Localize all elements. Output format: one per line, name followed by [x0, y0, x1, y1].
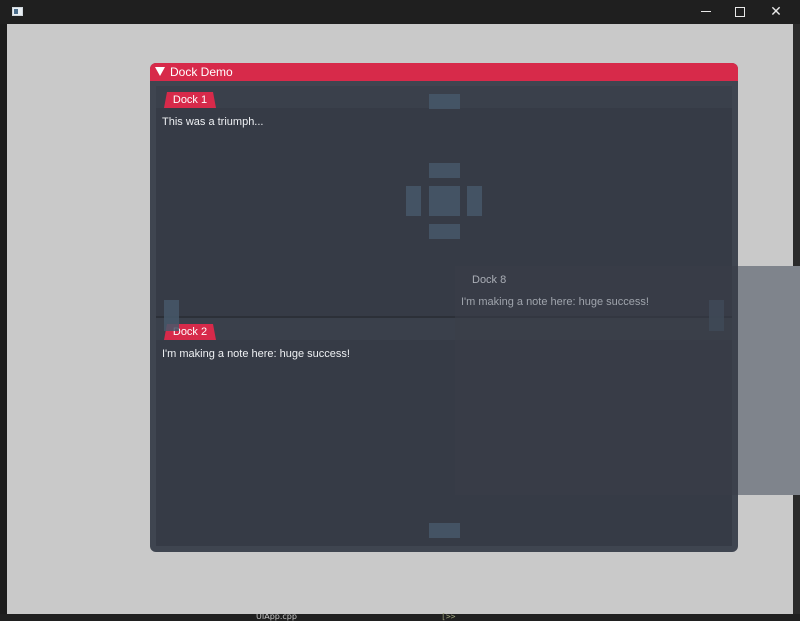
- dock-target-left[interactable]: [406, 186, 421, 216]
- background-ide-bottom: [0, 614, 800, 621]
- dock-target-right[interactable]: [467, 186, 482, 216]
- floating-dock-overflow: [738, 266, 800, 495]
- dock-2-text: I'm making a note here: huge success!: [162, 348, 350, 360]
- dock-target-center[interactable]: [429, 186, 460, 216]
- dock-target-outer-top[interactable]: [429, 94, 460, 109]
- maximize-icon: [735, 6, 745, 17]
- close-button[interactable]: ✕: [758, 0, 794, 24]
- dock-target-outer-left[interactable]: [164, 300, 179, 331]
- floating-dock-8-tabbar[interactable]: Dock 8: [455, 266, 738, 294]
- background-code-fragment: [>>: [441, 612, 456, 621]
- tab-dock-1[interactable]: Dock 1: [164, 92, 216, 108]
- dock-demo-titlebar[interactable]: Dock Demo: [150, 63, 738, 81]
- dock-1-text: This was a triumph...: [162, 116, 264, 128]
- tab-dock-8[interactable]: Dock 8: [472, 274, 506, 287]
- minimize-icon: [701, 11, 711, 12]
- dock-demo-title: Dock Demo: [170, 65, 233, 79]
- floating-dock-8[interactable]: Dock 8 I'm making a note here: huge succ…: [455, 266, 738, 495]
- minimize-button[interactable]: [688, 0, 724, 24]
- background-filename: UIApp.cpp: [256, 612, 297, 621]
- app-window-icon: [12, 7, 23, 16]
- dock-target-top[interactable]: [429, 163, 460, 178]
- collapse-triangle-icon[interactable]: [155, 67, 165, 76]
- dock-target-bottom[interactable]: [429, 224, 460, 239]
- os-titlebar: ✕: [0, 0, 800, 24]
- dock-target-outer-bottom[interactable]: [429, 523, 460, 538]
- maximize-button[interactable]: [722, 0, 758, 24]
- dock-8-text: I'm making a note here: huge success!: [461, 296, 649, 308]
